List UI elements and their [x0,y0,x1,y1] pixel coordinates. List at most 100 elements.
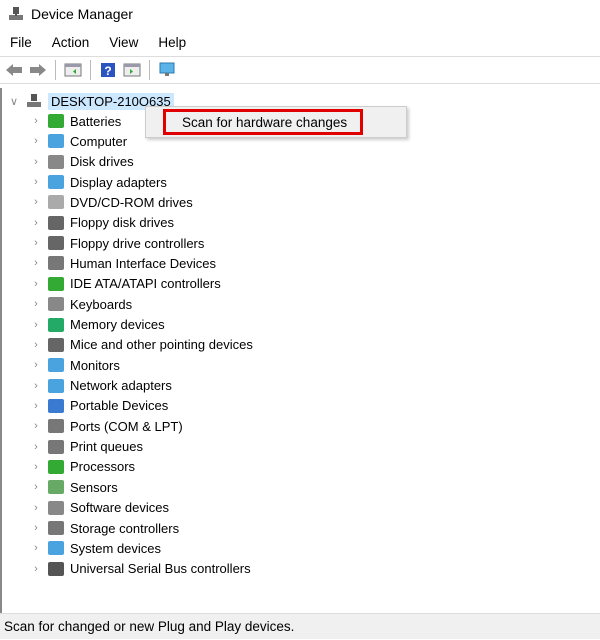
universal-serial-bus-controllers-icon [48,561,64,576]
help-icon[interactable]: ? [98,60,118,80]
context-menu: Scan for hardware changes [145,106,407,138]
ports-com-lpt-icon [48,419,64,434]
chevron-right-icon[interactable]: › [30,441,42,453]
show-hide-console-tree-icon[interactable] [63,60,83,80]
network-adapters-icon [48,378,64,393]
tree-item-label: System devices [70,540,162,556]
window-title: Device Manager [31,6,133,22]
chevron-right-icon[interactable]: › [30,278,42,290]
menu-help[interactable]: Help [148,33,196,53]
tree-item[interactable]: › Keyboards [30,294,132,314]
tree-item[interactable]: › Mice and other pointing devices [30,335,253,355]
dvd-cd-rom-drives-icon [48,195,64,210]
batteries-icon [48,114,64,128]
chevron-right-icon[interactable]: › [30,481,42,493]
tree-item-label: Network adapters [70,378,172,394]
chevron-right-icon[interactable]: › [30,176,42,188]
chevron-right-icon[interactable]: › [30,115,42,127]
tree-item-label: IDE ATA/ATAPI controllers [70,276,221,292]
tree-item[interactable]: › Monitors [30,355,120,375]
floppy-disk-drives-icon [48,215,64,230]
tree-item[interactable]: › Floppy drive controllers [30,233,204,253]
tree-item[interactable]: › Sensors [30,477,118,497]
status-bar: Scan for changed or new Plug and Play de… [0,613,600,639]
tree-item[interactable]: › Memory devices [30,315,165,335]
storage-controllers-icon [48,521,64,535]
menu-view[interactable]: View [99,33,148,53]
chevron-right-icon[interactable]: › [30,237,42,249]
chevron-right-icon[interactable]: › [30,196,42,208]
software-devices-icon [48,500,64,515]
chevron-right-icon[interactable]: › [30,156,42,168]
tree-item-label: Ports (COM & LPT) [70,418,183,434]
tree-item-label: Storage controllers [70,520,180,536]
device-manager-icon [9,7,23,20]
toolbar-divider [55,60,56,80]
chevron-right-icon[interactable]: › [30,522,42,534]
chevron-right-icon[interactable]: › [30,257,42,269]
tree-item-label: Processors [70,459,136,475]
chevron-right-icon[interactable]: › [30,135,42,147]
chevron-right-icon[interactable]: › [30,359,42,371]
toolbar: ? [0,56,600,84]
chevron-right-icon[interactable]: › [30,319,42,331]
tree-item[interactable]: › Portable Devices [30,396,168,416]
memory-devices-icon [48,317,64,332]
tree-item[interactable]: › DVD/CD-ROM drives [30,192,193,212]
tree-item[interactable]: › Display adapters [30,172,167,192]
tree-item-label: Floppy drive controllers [70,235,205,251]
computer-icon [48,134,64,149]
tree-item-label: Display adapters [70,174,167,190]
tree-item-label: Print queues [70,439,143,455]
chevron-right-icon[interactable]: › [30,542,42,554]
tree-item-label: Computer [70,133,128,149]
monitor-icon[interactable] [157,60,177,80]
chevron-down-icon[interactable]: ∨ [8,95,20,108]
tree-item[interactable]: › Ports (COM & LPT) [30,416,183,436]
processors-icon [48,459,64,474]
tree-item[interactable]: › Print queues [30,437,143,457]
tree-item[interactable]: › System devices [30,538,161,558]
tree-item[interactable]: › Storage controllers [30,518,179,538]
tree-item-label: Software devices [70,500,169,516]
back-icon[interactable] [4,60,24,80]
tree-item[interactable]: › Human Interface Devices [30,253,216,273]
tree-item-label: Universal Serial Bus controllers [70,561,251,577]
properties-pane-icon[interactable] [122,60,142,80]
chevron-right-icon[interactable]: › [30,461,42,473]
chevron-right-icon[interactable]: › [30,502,42,514]
tree-item[interactable]: › Floppy disk drives [30,213,174,233]
tree-item-label: Mice and other pointing devices [70,337,253,353]
chevron-right-icon[interactable]: › [30,339,42,351]
human-interface-devices-icon [48,256,64,271]
chevron-right-icon[interactable]: › [30,420,42,432]
menu-bar: File Action View Help [0,33,600,53]
forward-icon[interactable] [28,60,48,80]
sensors-icon [48,480,64,495]
chevron-right-icon[interactable]: › [30,563,42,575]
menu-file[interactable]: File [0,33,42,53]
ide-ata-atapi-controllers-icon [48,276,64,291]
tree-item-label: Sensors [70,479,118,495]
keyboards-icon [48,297,64,312]
chevron-right-icon[interactable]: › [30,298,42,310]
tree-item-label: Floppy disk drives [70,215,175,231]
tree-item[interactable]: › Software devices [30,498,169,518]
tree-item[interactable]: › Universal Serial Bus controllers [30,559,251,579]
chevron-right-icon[interactable]: › [30,380,42,392]
tree-item[interactable]: › Computer [30,131,127,151]
tree-item[interactable]: › Processors [30,457,135,477]
chevron-right-icon[interactable]: › [30,217,42,229]
system-devices-icon [48,541,64,556]
tree-item-label: Memory devices [70,317,165,332]
chevron-right-icon[interactable]: › [30,400,42,412]
tree-item[interactable]: › Disk drives [30,152,133,172]
tree-item[interactable]: › IDE ATA/ATAPI controllers [30,274,221,294]
menu-action[interactable]: Action [42,33,100,53]
tree-item[interactable]: › Batteries [30,111,121,131]
device-tree: ∨ DESKTOP-210O635 › Batteries › Computer › Di… [0,88,600,613]
scan-for-hardware-changes-item[interactable]: Scan for hardware changes [163,109,363,135]
svg-text:?: ? [104,64,111,78]
title-bar: Device Manager [8,4,133,24]
tree-item[interactable]: › Network adapters [30,376,172,396]
